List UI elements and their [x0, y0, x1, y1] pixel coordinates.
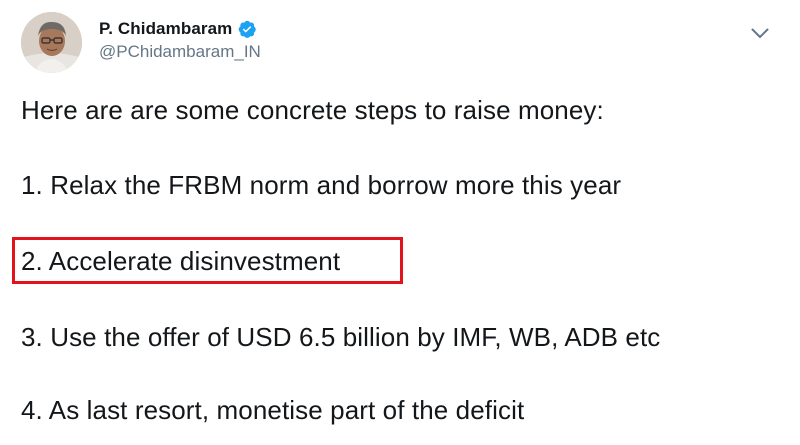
highlight-box	[12, 237, 403, 284]
tweet-text-step-4: 4. As last resort, monetise part of the …	[21, 395, 525, 425]
author-handle[interactable]: @PChidambaram_IN	[99, 42, 261, 62]
tweet-text-step-1: 1. Relax the FRBM norm and borrow more t…	[21, 170, 622, 200]
tweet-text-intro: Here are are some concrete steps to rais…	[21, 95, 604, 125]
avatar[interactable]	[21, 12, 82, 73]
chevron-down-icon	[751, 28, 769, 38]
tweet-text-step-3: 3. Use the offer of USD 6.5 billion by I…	[21, 322, 661, 352]
verified-badge-icon	[237, 19, 257, 39]
tweet-menu-button[interactable]	[745, 18, 775, 48]
tweet-card: P. Chidambaram @PChidambaram_IN Here are…	[0, 0, 800, 445]
author-name[interactable]: P. Chidambaram	[99, 19, 232, 39]
author-name-row: P. Chidambaram	[99, 17, 261, 41]
author-info: P. Chidambaram @PChidambaram_IN	[99, 17, 261, 62]
avatar-image	[21, 12, 82, 73]
